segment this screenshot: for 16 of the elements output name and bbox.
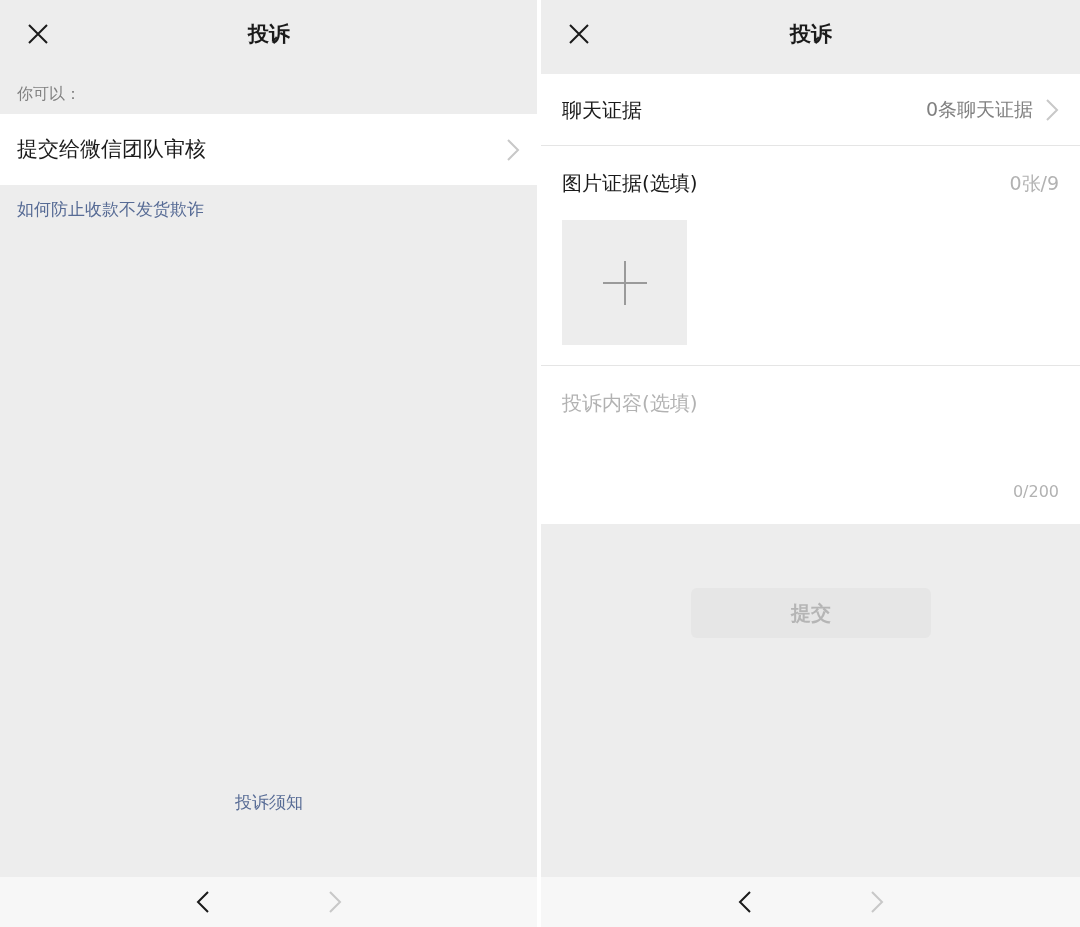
section-label: 你可以： — [16, 83, 82, 105]
image-count: 0张/9 — [1009, 170, 1059, 196]
plus-icon — [602, 260, 647, 305]
back-icon[interactable] — [737, 890, 752, 914]
page-title: 投诉 — [789, 21, 832, 49]
chevron-icon — [506, 137, 520, 162]
help-link[interactable]: 如何防止收款不发货欺诈 — [0, 185, 221, 223]
image-evidence-label: 图片证据(选填) — [562, 170, 698, 197]
page-title: 投诉 — [247, 21, 290, 49]
chat-evidence-row[interactable]: 聊天证据 0条聊天证据 — [541, 74, 1080, 146]
notice-link[interactable]: 投诉须知 — [234, 789, 303, 815]
close-icon[interactable] — [568, 23, 590, 45]
chevron-icon — [1045, 97, 1059, 122]
close-icon[interactable] — [27, 23, 49, 45]
back-icon[interactable] — [195, 890, 210, 914]
option-row[interactable]: 提交给微信团队审核 — [0, 114, 537, 185]
